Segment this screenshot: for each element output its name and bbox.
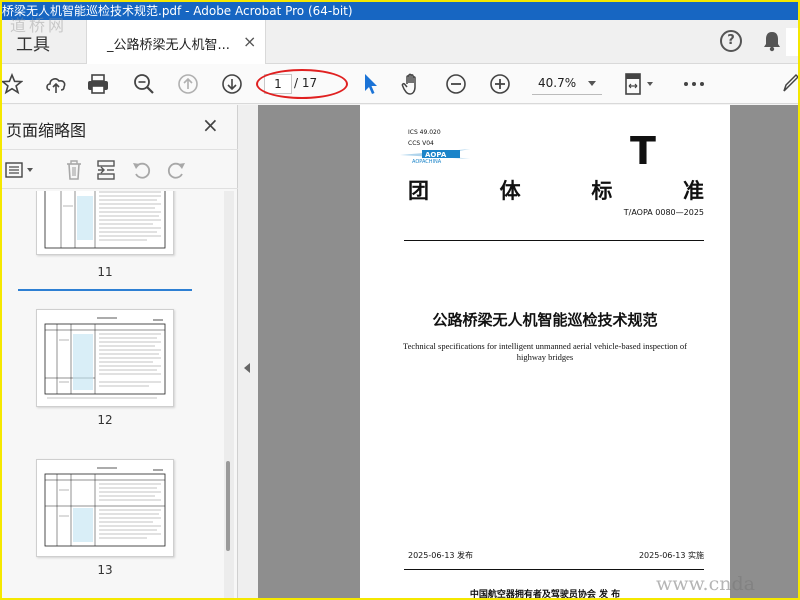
panel-close-icon[interactable]: × xyxy=(202,113,219,137)
panel-title: 页面缩略图 xyxy=(6,121,87,140)
thumbnail-scrollbar-thumb[interactable] xyxy=(226,461,230,551)
notification-bell-icon[interactable] xyxy=(762,30,782,56)
thumbnail-selection-indicator xyxy=(18,289,192,291)
zoom-level-dropdown[interactable]: 40.7% xyxy=(532,73,602,95)
zoom-out-icon[interactable] xyxy=(444,72,468,96)
tab-document[interactable]: _公路桥梁无人机智... × xyxy=(86,20,266,64)
divider xyxy=(404,240,704,241)
standard-category-title: 团 体 标 准 xyxy=(408,175,704,205)
select-cursor-icon[interactable] xyxy=(358,72,382,96)
title-bar: 桥梁无人机智能巡检技术规范.pdf - Adobe Acrobat Pro (6… xyxy=(2,2,798,20)
page-number-highlight-ellipse xyxy=(256,69,348,99)
zoom-in-icon[interactable] xyxy=(488,72,512,96)
title-char: 团 xyxy=(408,178,429,203)
help-icon[interactable]: ? xyxy=(720,30,742,52)
document-title-en: Technical specifications for intelligent… xyxy=(402,341,688,362)
upload-cloud-icon[interactable] xyxy=(44,72,68,96)
title-char: 标 xyxy=(591,178,613,203)
thumbnail-label-11: 11 xyxy=(97,265,113,279)
site-watermark-top: 道桥网 xyxy=(10,16,68,35)
ccs-code: CCS V04 xyxy=(408,140,434,147)
print-icon[interactable] xyxy=(86,72,110,96)
issue-date: 2025-06-13 发布 xyxy=(408,551,474,560)
more-tools-icon[interactable] xyxy=(682,72,706,96)
divider xyxy=(404,569,704,570)
thumbnail-label-12: 12 xyxy=(97,413,113,427)
site-watermark-bottom: www.cnda xyxy=(656,573,755,595)
thumbnail-options-icon[interactable] xyxy=(4,158,38,182)
document-title-cn: 公路桥梁无人机智能巡检技术规范 xyxy=(432,311,658,329)
next-page-icon[interactable] xyxy=(220,72,244,96)
bookmark-star-icon[interactable] xyxy=(2,72,24,96)
page-fit-icon[interactable] xyxy=(622,72,658,96)
thumbnail-page-11[interactable] xyxy=(36,191,174,255)
panel-collapse-handle[interactable] xyxy=(238,105,258,598)
standard-number: T/AOPA 0080—2025 xyxy=(623,208,704,217)
document-view[interactable]: ICS 49.020 CCS V04 AOPA AOPACHINA T 团 体 … xyxy=(258,105,798,598)
implementation-date: 2025-06-13 实施 xyxy=(638,551,704,560)
zoom-level-value: 40.7% xyxy=(538,76,577,90)
main-toolbar: 1 / 17 40.7% xyxy=(2,64,798,104)
rotate-right-icon[interactable] xyxy=(164,158,188,182)
previous-page-icon[interactable] xyxy=(176,72,200,96)
pdf-page[interactable]: ICS 49.020 CCS V04 AOPA AOPACHINA T 团 体 … xyxy=(360,105,730,598)
thumbnail-page-12[interactable] xyxy=(36,309,174,407)
thumbnail-toolbar xyxy=(2,149,238,189)
thumbnail-page-13[interactable] xyxy=(36,459,174,557)
page-thumbnails-panel: 页面缩略图 × 11 12 13 xyxy=(2,105,238,598)
title-char: 体 xyxy=(499,178,521,203)
standard-type-letter: T xyxy=(630,129,656,173)
chevron-down-icon xyxy=(588,81,596,86)
tab-overflow xyxy=(786,28,798,56)
hand-tool-icon[interactable] xyxy=(400,72,424,96)
ics-code: ICS 49.020 xyxy=(408,129,441,136)
edit-pen-icon[interactable] xyxy=(780,72,798,96)
thumbnail-label-13: 13 xyxy=(97,563,113,577)
app-window: 桥梁无人机智能巡检技术规范.pdf - Adobe Acrobat Pro (6… xyxy=(2,2,798,598)
title-char: 准 xyxy=(682,178,704,203)
thumbnail-list: 11 12 13 xyxy=(2,191,224,598)
rotate-left-icon[interactable] xyxy=(130,158,154,182)
svg-text:AOPA: AOPA xyxy=(425,151,447,159)
collapse-arrow-icon xyxy=(244,363,250,373)
logo-caption: AOPACHINA xyxy=(412,159,442,165)
tab-bar: 工具 _公路桥梁无人机智... × ? xyxy=(2,20,798,64)
tab-close-icon[interactable]: × xyxy=(243,32,256,51)
delete-page-icon[interactable] xyxy=(62,158,86,182)
tab-document-label: _公路桥梁无人机智... xyxy=(107,38,230,53)
zoom-out-search-icon[interactable] xyxy=(132,72,156,96)
insert-page-icon[interactable] xyxy=(94,158,118,182)
